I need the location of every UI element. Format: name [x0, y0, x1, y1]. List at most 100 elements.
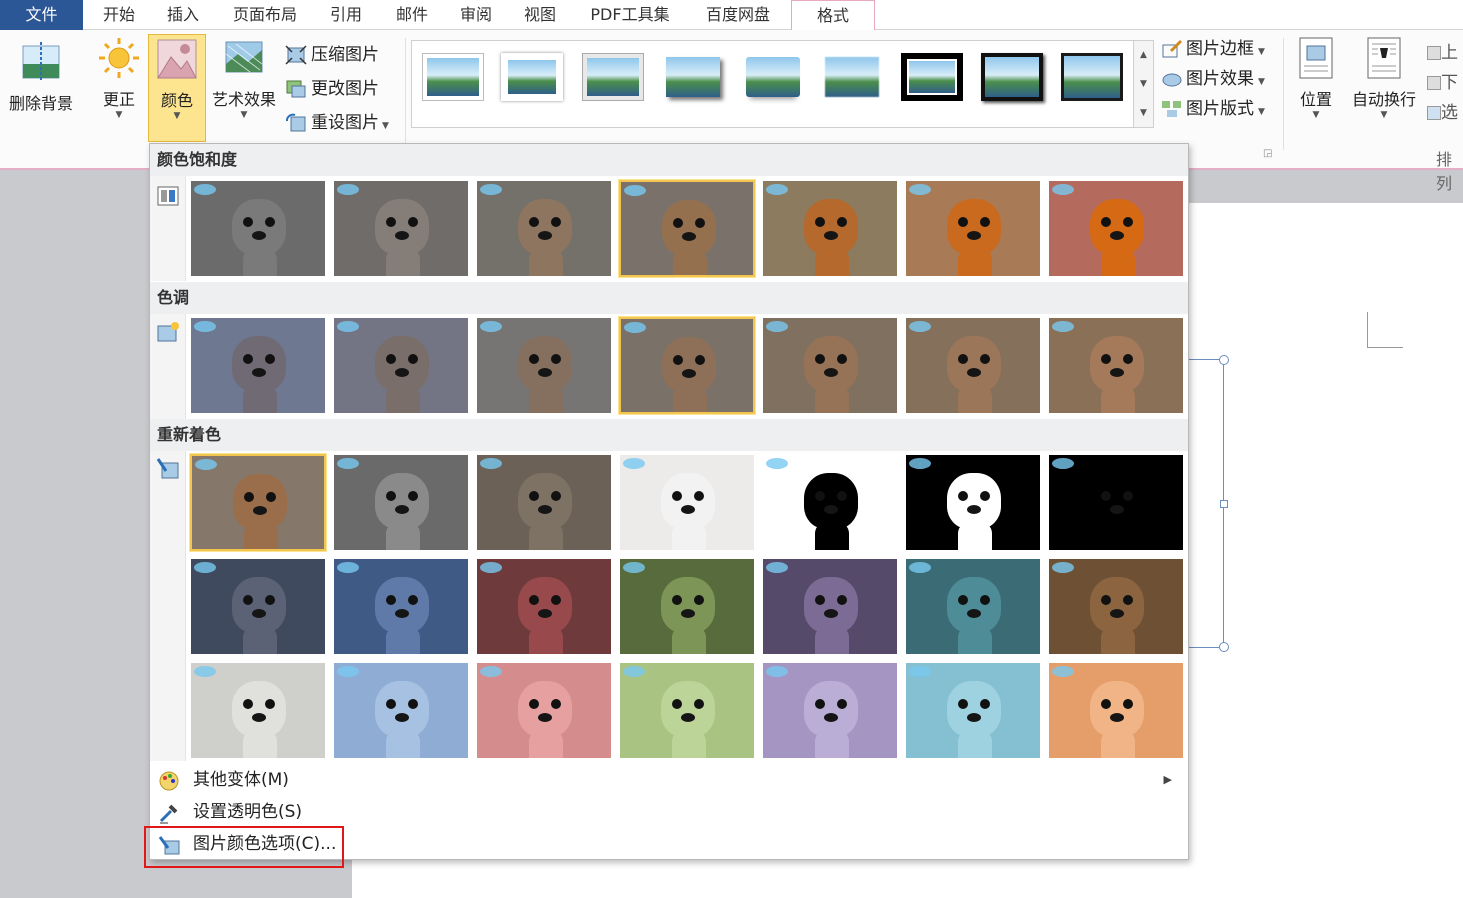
dog-face	[518, 473, 572, 529]
recolor-option[interactable]	[476, 662, 612, 759]
reset-picture-button[interactable]: 重设图片 ▼	[285, 110, 389, 136]
dog-eye	[837, 354, 847, 364]
recolor-option[interactable]	[905, 558, 1041, 655]
picture-border-button[interactable]: 图片边框 ▼	[1161, 36, 1265, 62]
recolor-option[interactable]	[190, 454, 326, 551]
tab-insert[interactable]: 插入	[156, 0, 210, 30]
recolor-option[interactable]	[476, 558, 612, 655]
picture-effects-button[interactable]: 图片效果 ▼	[1161, 66, 1265, 92]
artistic-effects-button[interactable]: 艺术效果 ▼	[206, 36, 282, 120]
recolor-option[interactable]	[190, 662, 326, 759]
dog-eye	[1123, 699, 1133, 709]
tone-option[interactable]	[190, 317, 326, 414]
dog-face	[662, 200, 716, 256]
picture-style[interactable]	[742, 53, 804, 101]
dog-face	[804, 577, 858, 633]
resize-handle[interactable]	[1219, 355, 1229, 365]
recolor-option[interactable]	[1048, 454, 1184, 551]
position-button[interactable]: 位置 ▼	[1292, 36, 1340, 120]
gallery-more-icon[interactable]: ▼	[1134, 99, 1153, 128]
tab-baidu-netdisk[interactable]: 百度网盘	[695, 0, 781, 30]
picture-style[interactable]	[422, 53, 484, 101]
recolor-option[interactable]	[619, 454, 755, 551]
recolor-option[interactable]	[190, 558, 326, 655]
picture-style[interactable]	[901, 53, 963, 101]
picture-style[interactable]	[501, 53, 563, 101]
tone-option[interactable]	[619, 317, 755, 414]
dog-eye	[672, 491, 682, 501]
saturation-option[interactable]	[190, 180, 326, 277]
saturation-option[interactable]	[905, 180, 1041, 277]
logo-mark	[1052, 321, 1074, 332]
saturation-option[interactable]	[1048, 180, 1184, 277]
selection-pane-button[interactable]: 选	[1427, 98, 1463, 122]
dog-face	[375, 473, 429, 529]
tab-page-layout[interactable]: 页面布局	[222, 0, 308, 30]
tone-option[interactable]	[762, 317, 898, 414]
tab-file[interactable]: 文件	[0, 0, 83, 30]
chevron-down-icon: ▼	[115, 110, 123, 120]
saturation-option[interactable]	[333, 180, 469, 277]
recolor-option[interactable]	[1048, 558, 1184, 655]
compress-pictures-button[interactable]: 压缩图片	[285, 42, 379, 68]
picture-style[interactable]	[981, 53, 1043, 101]
dog-eye	[837, 491, 847, 501]
tone-option[interactable]	[333, 317, 469, 414]
recolor-option[interactable]	[762, 558, 898, 655]
recolor-option[interactable]	[619, 662, 755, 759]
tone-option[interactable]	[905, 317, 1041, 414]
dog-nose	[538, 505, 552, 514]
recolor-option[interactable]	[333, 454, 469, 551]
picture-layout-button[interactable]: 图片版式 ▼	[1161, 96, 1265, 122]
picture-style[interactable]	[662, 53, 724, 101]
picture-styles-gallery[interactable]	[411, 40, 1134, 128]
dog-eye	[815, 491, 825, 501]
recolor-option[interactable]	[333, 662, 469, 759]
dog-face	[518, 336, 572, 392]
bring-forward-button[interactable]: 上	[1427, 38, 1463, 62]
picture-layout-icon	[1162, 101, 1181, 117]
tab-pdf-tools[interactable]: PDF工具集	[578, 0, 682, 30]
change-picture-button[interactable]: 更改图片	[285, 76, 379, 102]
scroll-up-icon[interactable]: ▲	[1134, 41, 1153, 70]
color-button[interactable]: 颜色 ▼	[148, 34, 206, 142]
tab-review[interactable]: 审阅	[449, 0, 503, 30]
tone-option[interactable]	[1048, 317, 1184, 414]
recolor-option[interactable]	[905, 454, 1041, 551]
recolor-option[interactable]	[905, 662, 1041, 759]
tab-home[interactable]: 开始	[92, 0, 146, 30]
dog-eye	[815, 595, 825, 605]
send-backward-button[interactable]: 下	[1427, 68, 1463, 92]
set-transparent-color-menu-item[interactable]: 设置透明色(S)	[150, 796, 1188, 828]
gallery-scrollbar[interactable]: ▲ ▼ ▼	[1134, 40, 1154, 128]
recolor-option[interactable]	[333, 558, 469, 655]
wrap-text-button[interactable]: 自动换行 ▼	[1344, 36, 1424, 120]
remove-background-button[interactable]: 删除背景	[2, 40, 80, 114]
dialog-launcher-icon[interactable]: ◲	[1263, 148, 1272, 159]
resize-handle[interactable]	[1220, 500, 1228, 508]
recolor-icon	[156, 458, 179, 479]
recolor-option[interactable]	[762, 454, 898, 551]
section-header-saturation: 颜色饱和度	[150, 144, 1188, 176]
recolor-option[interactable]	[619, 558, 755, 655]
picture-style[interactable]	[582, 53, 644, 101]
corrections-button[interactable]: 更正 ▼	[92, 36, 146, 120]
tab-references[interactable]: 引用	[318, 0, 374, 30]
saturation-option[interactable]	[476, 180, 612, 277]
recolor-option[interactable]	[476, 454, 612, 551]
recolor-option[interactable]	[1048, 662, 1184, 759]
saturation-option[interactable]	[619, 180, 755, 277]
picture-style[interactable]	[1061, 53, 1123, 101]
recolor-option[interactable]	[762, 662, 898, 759]
tone-option[interactable]	[476, 317, 612, 414]
tab-format[interactable]: 格式	[791, 0, 875, 31]
tab-mailings[interactable]: 邮件	[385, 0, 439, 30]
chevron-down-icon: ▼	[382, 121, 389, 131]
saturation-option[interactable]	[762, 180, 898, 277]
tab-view[interactable]: 视图	[513, 0, 567, 30]
picture-style[interactable]	[821, 53, 883, 101]
more-variations-menu-item[interactable]: 其他变体(M) ▶	[150, 764, 1188, 796]
resize-handle[interactable]	[1219, 642, 1229, 652]
chevron-down-icon: ▼	[1258, 47, 1265, 57]
scroll-down-icon[interactable]: ▼	[1134, 70, 1153, 99]
